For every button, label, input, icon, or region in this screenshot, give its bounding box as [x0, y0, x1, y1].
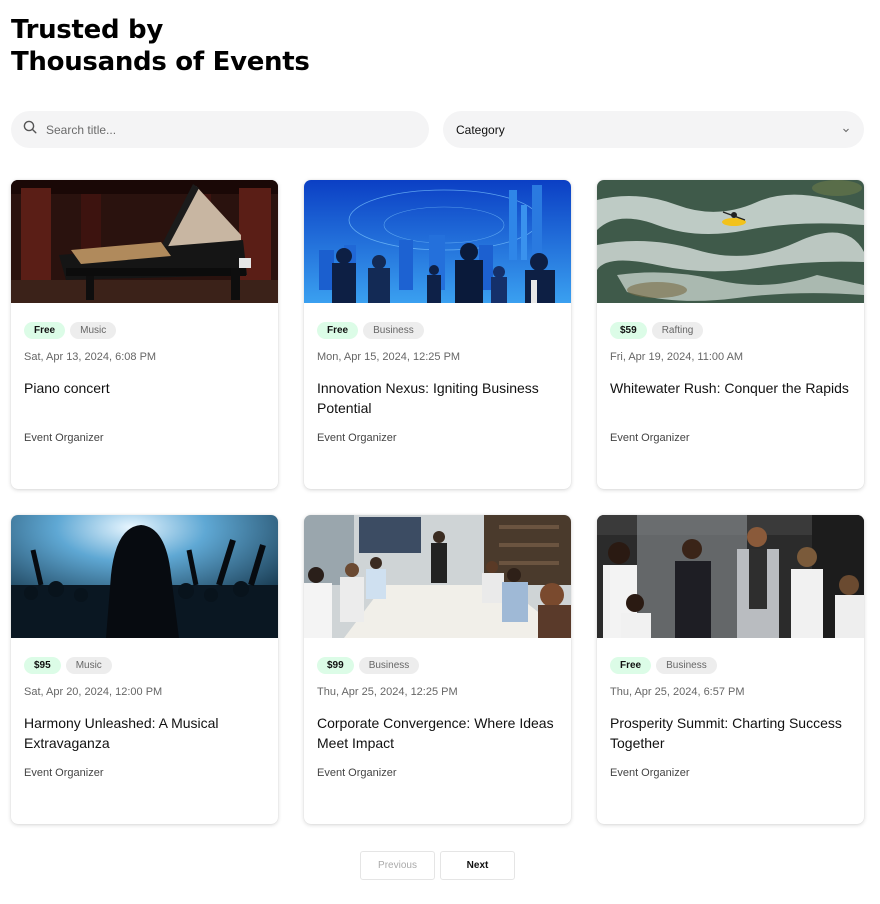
- event-title[interactable]: Prosperity Summit: Charting Success Toge…: [610, 713, 855, 753]
- page-title-line-2: Thousands of Events: [11, 47, 310, 77]
- price-badge: Free: [24, 322, 66, 339]
- event-card[interactable]: Free Business Thu, Apr 25, 2024, 6:57 PM…: [597, 515, 864, 824]
- event-organizer: Event Organizer: [610, 432, 690, 444]
- price-badge: $59: [610, 322, 647, 339]
- category-badge: Business: [656, 657, 717, 674]
- event-title[interactable]: Harmony Unleashed: A Musical Extravaganz…: [24, 713, 269, 753]
- event-image-piano: [11, 180, 278, 303]
- event-card[interactable]: $59 Rafting Fri, Apr 19, 2024, 11:00 AM …: [597, 180, 864, 489]
- previous-page-button[interactable]: Previous: [360, 851, 435, 880]
- price-badge: Free: [317, 322, 359, 339]
- event-title[interactable]: Piano concert: [24, 378, 269, 398]
- page-title: Trusted by Thousands of Events: [11, 14, 310, 78]
- category-select-label: Category: [456, 122, 505, 137]
- price-badge: $95: [24, 657, 61, 674]
- event-organizer: Event Organizer: [317, 432, 397, 444]
- event-image-rafting: [597, 180, 864, 303]
- event-card[interactable]: Free Music Sat, Apr 13, 2024, 6:08 PM Pi…: [11, 180, 278, 489]
- category-badge: Rafting: [651, 322, 704, 339]
- category-badge: Music: [70, 322, 117, 339]
- chevron-down-icon: [842, 123, 850, 137]
- next-page-button[interactable]: Next: [440, 851, 515, 880]
- event-image-business-network: [304, 180, 571, 303]
- search-input[interactable]: [46, 122, 406, 137]
- event-date: Fri, Apr 19, 2024, 11:00 AM: [610, 351, 744, 363]
- event-date: Sat, Apr 20, 2024, 12:00 PM: [24, 686, 163, 698]
- event-date: Sat, Apr 13, 2024, 6:08 PM: [24, 351, 157, 363]
- category-badge: Business: [358, 657, 420, 674]
- event-title[interactable]: Corporate Convergence: Where Ideas Meet …: [317, 713, 562, 753]
- search-bar[interactable]: [11, 111, 429, 148]
- page-title-line-1: Trusted by: [11, 15, 163, 45]
- event-image-team-meeting: [597, 515, 864, 638]
- event-date: Thu, Apr 25, 2024, 6:57 PM: [610, 686, 745, 698]
- event-card[interactable]: Free Business Mon, Apr 15, 2024, 12:25 P…: [304, 180, 571, 489]
- category-badge: Music: [65, 657, 112, 674]
- event-image-concert-crowd: [11, 515, 278, 638]
- search-icon: [23, 120, 37, 139]
- event-organizer: Event Organizer: [24, 432, 104, 444]
- price-badge: Free: [610, 657, 652, 674]
- event-organizer: Event Organizer: [24, 767, 104, 779]
- event-date: Mon, Apr 15, 2024, 12:25 PM: [317, 351, 461, 363]
- category-select[interactable]: Category: [443, 111, 864, 148]
- category-badge: Business: [363, 322, 424, 339]
- event-title[interactable]: Whitewater Rush: Conquer the Rapids: [610, 378, 855, 398]
- event-organizer: Event Organizer: [317, 767, 397, 779]
- price-badge: $99: [317, 657, 354, 674]
- event-card[interactable]: $99 Business Thu, Apr 25, 2024, 12:25 PM…: [304, 515, 571, 824]
- event-organizer: Event Organizer: [610, 767, 690, 779]
- event-title[interactable]: Innovation Nexus: Igniting Business Pote…: [317, 378, 562, 418]
- event-card[interactable]: $95 Music Sat, Apr 20, 2024, 12:00 PM Ha…: [11, 515, 278, 824]
- event-date: Thu, Apr 25, 2024, 12:25 PM: [317, 686, 458, 698]
- event-image-meeting-room: [304, 515, 571, 638]
